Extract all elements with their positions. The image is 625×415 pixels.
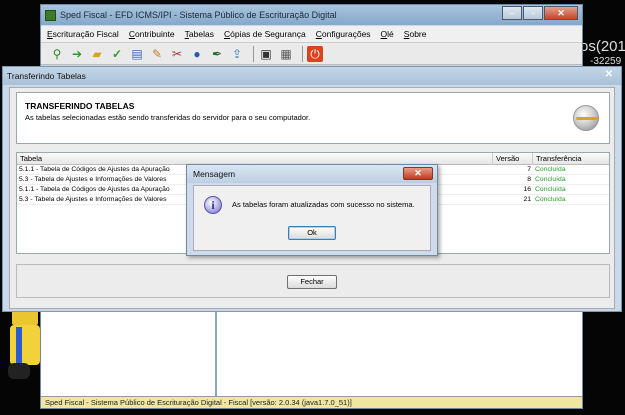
navigation-pane[interactable] bbox=[41, 305, 217, 397]
row-table-name: 5.3 - Tabela de Ajustes e Informações de… bbox=[19, 196, 167, 203]
maximize-button[interactable]: ▫ bbox=[523, 6, 543, 20]
sheet-icon[interactable]: ▤ bbox=[129, 46, 145, 62]
signature-icon[interactable]: ✒ bbox=[209, 46, 225, 62]
column-header-transferencia[interactable]: Transferência bbox=[533, 153, 611, 165]
power-icon[interactable]: ⏻ bbox=[307, 45, 323, 62]
message-dialog: Mensagem ✕ i As tabelas foram atualizada… bbox=[186, 164, 438, 256]
transmit-icon[interactable]: ⇪ bbox=[229, 46, 245, 62]
message-dialog-content: i As tabelas foram atualizadas com suces… bbox=[193, 185, 431, 251]
row-table-name: 5.1.1 - Tabela de Códigos de Ajustes da … bbox=[19, 166, 170, 173]
menu-tabelas[interactable]: Tabelas bbox=[185, 29, 214, 39]
transfer-header-title: TRANSFERINDO TABELAS bbox=[25, 101, 135, 111]
main-window-title: Sped Fiscal - EFD ICMS/IPI - Sistema Púb… bbox=[60, 10, 337, 20]
message-dialog-close-button[interactable]: ✕ bbox=[403, 167, 433, 180]
close-button[interactable]: ✕ bbox=[544, 6, 578, 20]
window-controls: – ▫ ✕ bbox=[501, 6, 578, 20]
mascot-figure bbox=[6, 305, 42, 385]
menu-ole[interactable]: Olé bbox=[381, 29, 394, 39]
transfer-dialog-close-icon[interactable]: ✕ bbox=[601, 69, 617, 81]
status-bar: Sped Fiscal - Sistema Público de Escritu… bbox=[41, 396, 582, 408]
desktop-peek-text: os(201 bbox=[580, 38, 625, 55]
main-content-area bbox=[41, 305, 582, 397]
menu-contribuinte[interactable]: Contribuinte bbox=[129, 29, 175, 39]
column-header-versao[interactable]: Versão bbox=[493, 153, 533, 165]
toolbar: ⚲ ➔ ▰ ✓ ▤ ✎ ✂ ● ✒ ⇪ ▣ ▦ ⏻ bbox=[41, 43, 582, 65]
open-folder-icon[interactable]: ▰ bbox=[89, 46, 105, 62]
print-icon[interactable]: ▦ bbox=[278, 46, 294, 62]
globe-icon bbox=[573, 105, 599, 131]
fechar-button[interactable]: Fechar bbox=[287, 275, 337, 289]
menu-sobre[interactable]: Sobre bbox=[404, 29, 427, 39]
checkmark-icon[interactable]: ✓ bbox=[109, 46, 125, 62]
desktop: os(201 -32259 Sped Fiscal - EFD ICMS/IPI… bbox=[0, 0, 625, 415]
app-icon bbox=[45, 9, 56, 21]
row-version: 16 bbox=[523, 186, 531, 193]
menu-copias-de-seguranca[interactable]: Cópias de Segurança bbox=[224, 29, 306, 39]
row-table-name: 5.1.1 - Tabela de Códigos de Ajustes da … bbox=[19, 186, 170, 193]
transfer-header-subtitle: As tabelas selecionadas estão sendo tran… bbox=[25, 113, 311, 122]
row-status: Concluída bbox=[535, 166, 566, 173]
row-version: 7 bbox=[527, 166, 531, 173]
info-icon: i bbox=[204, 196, 222, 214]
row-table-name: 5.3 - Tabela de Ajustes e Informações de… bbox=[19, 176, 167, 183]
row-version: 8 bbox=[527, 176, 531, 183]
ok-button[interactable]: Ok bbox=[288, 226, 336, 240]
row-status: Concluída bbox=[535, 176, 566, 183]
toolbar-separator-2 bbox=[302, 45, 303, 62]
menu-escrituracao-fiscal[interactable]: Escrituração Fiscal bbox=[47, 29, 119, 39]
message-dialog-title[interactable]: Mensagem bbox=[187, 165, 437, 183]
mascot-stripe bbox=[16, 327, 22, 363]
row-version: 21 bbox=[523, 196, 531, 203]
row-status: Concluída bbox=[535, 196, 566, 203]
menubar: Escrituração Fiscal Contribuinte Tabelas… bbox=[41, 26, 582, 43]
globe-icon[interactable]: ● bbox=[189, 46, 205, 62]
tools-icon[interactable]: ✂ bbox=[169, 46, 185, 62]
arrow-right-icon[interactable]: ➔ bbox=[69, 46, 85, 62]
save-icon[interactable]: ▣ bbox=[258, 46, 274, 62]
minimize-button[interactable]: – bbox=[502, 6, 522, 20]
transfer-dialog-title[interactable]: Transferindo Tabelas bbox=[3, 67, 621, 85]
row-status: Concluída bbox=[535, 186, 566, 193]
new-file-icon[interactable]: ⚲ bbox=[49, 46, 65, 62]
mascot-feet bbox=[8, 363, 30, 379]
menu-configuracoes[interactable]: Configurações bbox=[316, 29, 371, 39]
transfer-footer: Fechar bbox=[16, 264, 610, 298]
mascot-body bbox=[10, 325, 40, 365]
toolbar-separator bbox=[253, 45, 254, 62]
edit-document-icon[interactable]: ✎ bbox=[149, 46, 165, 62]
message-text: As tabelas foram atualizadas com sucesso… bbox=[232, 200, 415, 209]
transfer-header-panel: TRANSFERINDO TABELAS As tabelas selecion… bbox=[16, 92, 610, 144]
